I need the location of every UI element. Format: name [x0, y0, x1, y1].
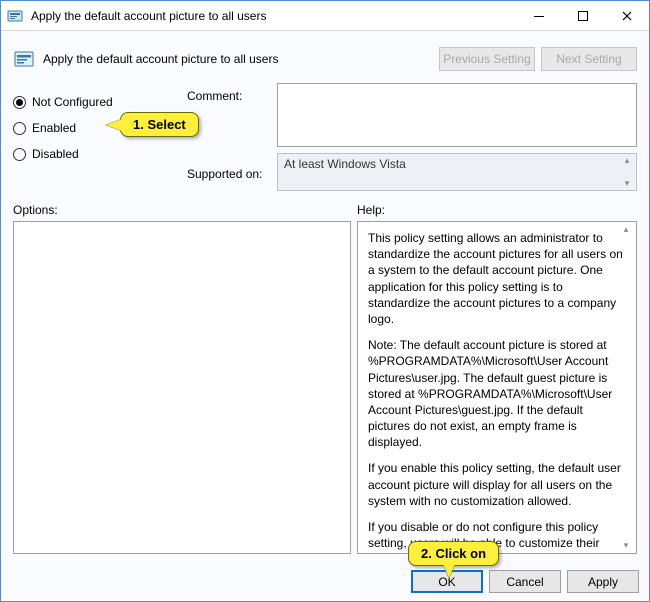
help-pane: This policy setting allows an administra…	[357, 221, 637, 554]
titlebar[interactable]: Apply the default account picture to all…	[1, 1, 649, 31]
help-text: If you enable this policy setting, the d…	[368, 460, 626, 509]
chevron-down-icon[interactable]: ▾	[619, 541, 633, 550]
radio-label: Disabled	[32, 147, 79, 161]
radio-label: Enabled	[32, 121, 76, 135]
callout-text: 2. Click on	[421, 546, 486, 561]
close-button[interactable]	[605, 1, 649, 30]
policy-icon	[7, 8, 23, 24]
comment-input[interactable]	[277, 83, 637, 147]
callout-tail-icon	[443, 564, 455, 578]
apply-button[interactable]: Apply	[567, 570, 639, 593]
callout-tail-icon	[106, 119, 122, 131]
help-text: This policy setting allows an administra…	[368, 230, 626, 327]
annotation-callout-2: 2. Click on	[408, 541, 499, 566]
help-label: Help:	[357, 203, 637, 217]
scroll-arrows[interactable]: ▴ ▾	[619, 225, 633, 550]
radio-label: Not Configured	[32, 95, 113, 109]
dialog-footer: OK Cancel Apply	[1, 562, 649, 601]
policy-icon	[13, 48, 35, 70]
chevron-down-icon[interactable]: ▾	[620, 179, 634, 188]
chevron-up-icon[interactable]: ▴	[619, 225, 633, 234]
scroll-arrows[interactable]: ▴ ▾	[620, 156, 634, 188]
previous-setting-button[interactable]: Previous Setting	[439, 47, 535, 71]
dialog-window: Apply the default account picture to all…	[0, 0, 650, 602]
supported-on-label: Supported on:	[187, 167, 277, 193]
chevron-up-icon[interactable]: ▴	[620, 156, 634, 165]
radio-disabled[interactable]: Disabled	[13, 141, 187, 167]
help-text: Note: The default account picture is sto…	[368, 337, 626, 450]
next-setting-button[interactable]: Next Setting	[541, 47, 637, 71]
supported-on-box: At least Windows Vista ▴ ▾	[277, 153, 637, 191]
comment-label: Comment:	[187, 89, 277, 115]
maximize-button[interactable]	[561, 1, 605, 30]
titlebar-title: Apply the default account picture to all…	[31, 9, 517, 23]
supported-on-text: At least Windows Vista	[284, 157, 406, 171]
annotation-callout-1: 1. Select	[120, 112, 199, 137]
callout-text: 1. Select	[133, 117, 186, 132]
options-label: Options:	[13, 203, 357, 217]
options-pane	[13, 221, 351, 554]
minimize-button[interactable]	[517, 1, 561, 30]
cancel-button[interactable]: Cancel	[489, 570, 561, 593]
dialog-body: Apply the default account picture to all…	[1, 31, 649, 562]
policy-title: Apply the default account picture to all…	[43, 52, 439, 66]
